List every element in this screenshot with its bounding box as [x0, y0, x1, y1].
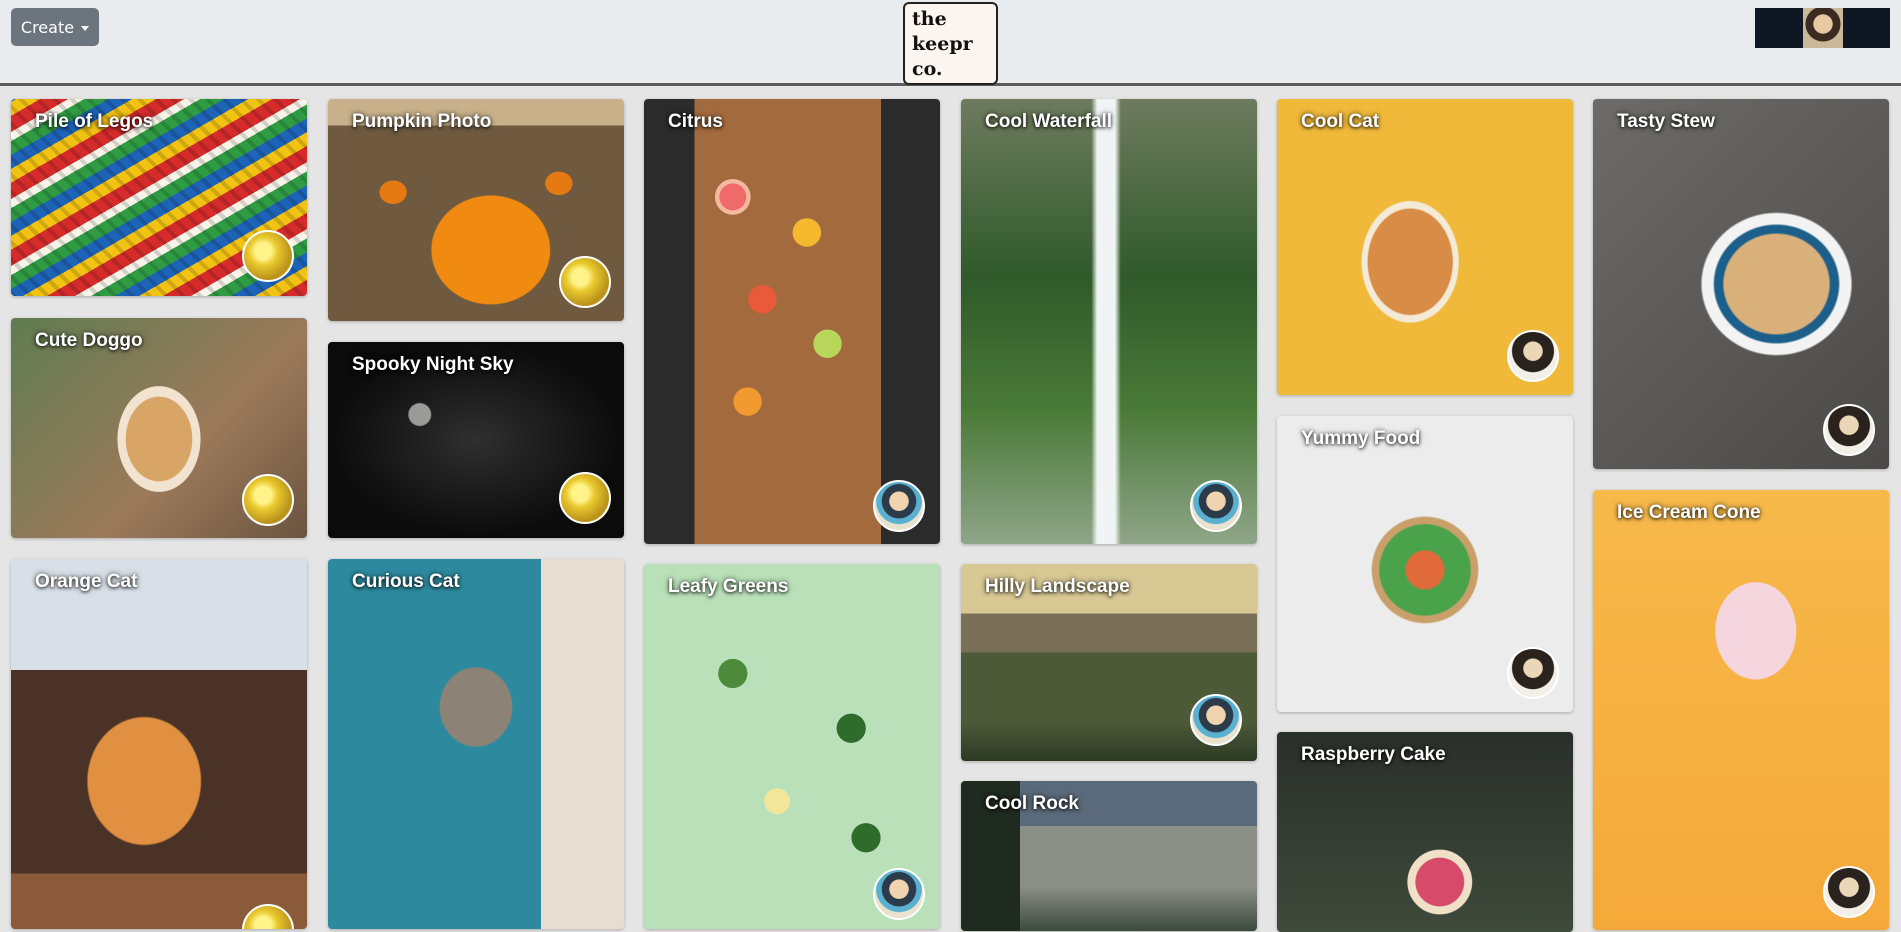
profile-avatar-button[interactable] — [1755, 8, 1890, 48]
keep-card[interactable]: Yummy Food — [1277, 416, 1573, 712]
logo-line: keepr — [912, 33, 973, 55]
creator-avatar[interactable] — [1823, 866, 1875, 918]
keep-card[interactable]: Hilly Landscape — [961, 564, 1257, 761]
card-title: Hilly Landscape — [985, 576, 1130, 597]
card-title: Cool Waterfall — [985, 111, 1113, 132]
creator-avatar[interactable] — [1190, 480, 1242, 532]
creator-avatar[interactable] — [242, 230, 294, 282]
keep-card[interactable]: Cool Rock — [961, 781, 1257, 931]
creator-avatar[interactable] — [1507, 647, 1559, 699]
card-title: Spooky Night Sky — [352, 354, 514, 375]
card-title: Pile of Legos — [35, 111, 154, 132]
creator-avatar[interactable] — [242, 904, 294, 929]
creator-avatar[interactable] — [873, 868, 925, 920]
card-title: Tasty Stew — [1617, 111, 1715, 132]
keep-card[interactable]: Tasty Stew — [1593, 99, 1889, 469]
card-title: Leafy Greens — [668, 576, 789, 597]
keep-card[interactable]: Orange Cat — [11, 559, 307, 929]
logo-line: co. — [912, 58, 943, 80]
keep-card[interactable]: Pile of Legos — [11, 99, 307, 296]
card-title: Pumpkin Photo — [352, 111, 492, 132]
card-title: Orange Cat — [35, 571, 138, 592]
navbar: Create the keepr co. — [0, 0, 1901, 86]
card-title: Cool Cat — [1301, 111, 1380, 132]
keep-card[interactable]: Leafy Greens — [644, 564, 940, 929]
creator-avatar[interactable] — [559, 256, 611, 308]
keep-card[interactable]: Raspberry Cake — [1277, 732, 1573, 932]
creator-avatar[interactable] — [1190, 694, 1242, 746]
avatar — [1802, 8, 1843, 48]
creator-avatar[interactable] — [1507, 330, 1559, 382]
card-title: Cute Doggo — [35, 330, 143, 351]
creator-avatar[interactable] — [1823, 404, 1875, 456]
card-title: Yummy Food — [1301, 428, 1421, 449]
card-title: Raspberry Cake — [1301, 744, 1446, 765]
keep-card[interactable]: Cool Waterfall — [961, 99, 1257, 544]
caret-down-icon — [81, 25, 90, 31]
card-title: Citrus — [668, 111, 723, 132]
logo-line: the — [912, 8, 947, 30]
keep-card[interactable]: Citrus — [644, 99, 940, 544]
card-title: Curious Cat — [352, 571, 460, 592]
card-title: Ice Cream Cone — [1617, 502, 1761, 523]
keep-card[interactable]: Curious Cat — [328, 559, 624, 929]
keep-card[interactable]: Spooky Night Sky — [328, 342, 624, 538]
creator-avatar[interactable] — [559, 472, 611, 524]
keep-card[interactable]: Ice Cream Cone — [1593, 490, 1889, 930]
create-button-label: Create — [20, 17, 75, 37]
creator-avatar[interactable] — [242, 474, 294, 526]
logo[interactable]: the keepr co. — [903, 2, 998, 85]
creator-avatar[interactable] — [873, 480, 925, 532]
keep-card[interactable]: Pumpkin Photo — [328, 99, 624, 321]
card-title: Cool Rock — [985, 793, 1079, 814]
create-dropdown-button[interactable]: Create — [11, 8, 99, 46]
keep-card[interactable]: Cute Doggo — [11, 318, 307, 538]
keep-card[interactable]: Cool Cat — [1277, 99, 1573, 395]
